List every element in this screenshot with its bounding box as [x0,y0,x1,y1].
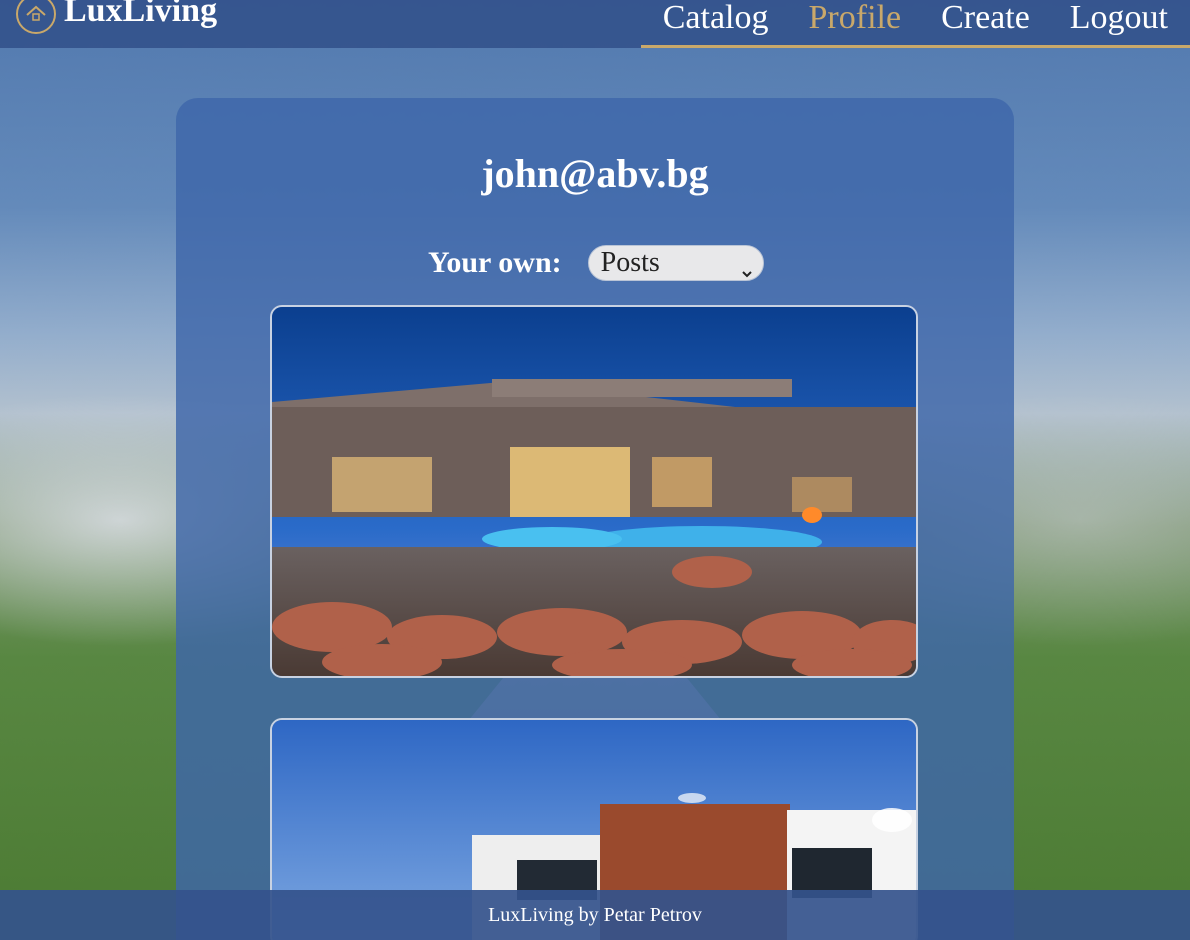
footer-credit: LuxLiving by Petar Petrov [488,904,702,926]
page-footer: LuxLiving by Petar Petrov [0,890,1190,940]
nav-catalog[interactable]: Catalog [663,0,769,35]
brand-name: LuxLiving [64,0,218,29]
top-header: LuxLiving Catalog Profile Create Logout [0,0,1190,48]
post-filter-row: Your own: Posts [428,245,764,281]
brand-logo[interactable]: LuxLiving [16,0,217,34]
filter-label: Your own: [428,246,562,279]
house-icon [16,0,56,34]
filter-selected-value: Posts [600,247,660,278]
profile-email: john@abv.bg [481,151,709,196]
filter-select[interactable]: Posts [587,245,764,281]
nav-profile[interactable]: Profile [809,0,902,35]
chevron-down-icon [741,255,753,289]
post-image-1[interactable] [270,305,918,678]
nav-create[interactable]: Create [941,0,1030,35]
nav-logout[interactable]: Logout [1070,0,1168,35]
main-nav: Catalog Profile Create Logout [640,0,1190,48]
